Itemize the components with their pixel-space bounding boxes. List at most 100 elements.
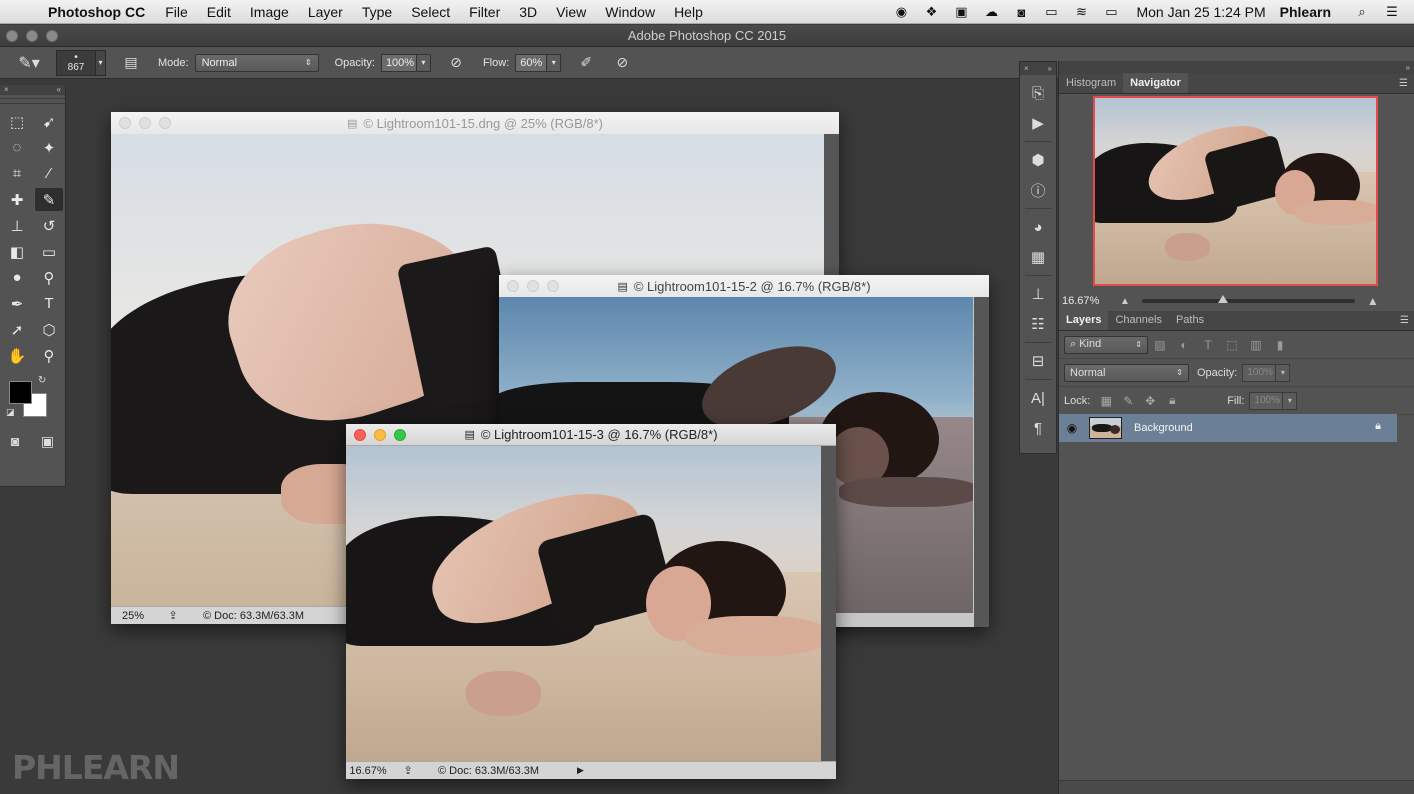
navigator-zoom-slider[interactable] — [1141, 295, 1355, 303]
dropbox-icon[interactable]: ❖ — [923, 4, 939, 19]
fill-arrow-icon[interactable]: ▾ — [1283, 391, 1298, 410]
tab-layers[interactable]: Layers — [1059, 310, 1109, 330]
menu-file[interactable]: File — [165, 4, 188, 20]
menu-filter[interactable]: Filter — [469, 4, 500, 20]
lock-transparent-pixels-icon[interactable]: ▦ — [1095, 394, 1117, 408]
doc-zoom-button[interactable] — [394, 429, 406, 441]
quick-mask-icon[interactable]: ◙ — [11, 433, 19, 450]
doc-minimize-button[interactable] — [139, 117, 151, 129]
zoom-in-icon[interactable]: ▲ — [1367, 294, 1379, 308]
document-title-bar[interactable]: ▤ © Lightroom101-15-2 @ 16.7% (RGB/8*) — [499, 275, 989, 297]
doc-close-button[interactable] — [354, 429, 366, 441]
zoom-out-icon[interactable]: ▲ — [1120, 296, 1130, 307]
creative-cloud-icon[interactable]: ☁ — [983, 4, 999, 19]
path-selection-tool-icon[interactable]: ➚ — [3, 318, 31, 341]
menu-edit[interactable]: Edit — [207, 4, 231, 20]
doc-zoom-button[interactable] — [547, 280, 559, 292]
menubar-user[interactable]: Phlearn — [1280, 4, 1331, 20]
panel-menu-icon[interactable]: ☰ — [1400, 315, 1409, 326]
vertical-scrollbar[interactable] — [974, 297, 989, 627]
adjustment-layer-filter-icon[interactable]: ◐ — [1172, 338, 1196, 352]
crop-tool-icon[interactable]: ⌗ — [3, 162, 31, 185]
eyedropper-tool-icon[interactable]: ⁄ — [35, 162, 63, 185]
smart-object-filter-icon[interactable]: ▥ — [1244, 338, 1268, 352]
healing-brush-tool-icon[interactable]: ✚ — [3, 188, 31, 211]
pressure-size-icon[interactable]: ⊘ — [611, 52, 633, 74]
adjustments-panel-icon[interactable]: ☷ — [1020, 312, 1056, 336]
layer-filter-kind-dropdown[interactable]: ⌕ Kind ⇕ — [1064, 335, 1148, 354]
wifi-icon[interactable]: ≋ — [1073, 4, 1089, 19]
character-panel-icon[interactable]: A| — [1020, 386, 1056, 410]
dodge-tool-icon[interactable]: ⚲ — [35, 266, 63, 289]
menu-layer[interactable]: Layer — [308, 4, 343, 20]
swatches-panel-icon[interactable]: ▦ — [1020, 245, 1056, 269]
tab-paths[interactable]: Paths — [1169, 310, 1211, 330]
blend-mode-dropdown[interactable]: Normal ⇕ — [1064, 363, 1189, 382]
swap-colors-icon[interactable]: ↻ — [38, 375, 46, 386]
gradient-tool-icon[interactable]: ▭ — [35, 240, 63, 263]
expand-icon[interactable]: » — [1048, 62, 1052, 75]
document-window-3[interactable]: ▤ © Lightroom101-15-3 @ 16.7% (RGB/8*) 1… — [346, 424, 836, 779]
layer-row-background[interactable]: ◉ Background 🔒︎ — [1059, 414, 1397, 442]
menu-3d[interactable]: 3D — [519, 4, 537, 20]
tab-channels[interactable]: Channels — [1108, 310, 1168, 330]
collapse-icon[interactable]: « — [57, 85, 61, 95]
notification-center-icon[interactable]: ☰ — [1384, 4, 1400, 19]
camera-icon[interactable]: ◙ — [1013, 5, 1029, 20]
menu-type[interactable]: Type — [362, 4, 392, 20]
record-icon[interactable]: ◉ — [893, 4, 909, 19]
layer-opacity-input[interactable]: 100% — [1242, 363, 1277, 382]
close-icon[interactable]: × — [4, 85, 9, 95]
navigator-preview[interactable] — [1093, 96, 1378, 286]
brush-presets-panel-icon[interactable]: ⊟ — [1020, 349, 1056, 373]
share-icon[interactable]: ⇪ — [398, 764, 418, 777]
history-brush-tool-icon[interactable]: ↺ — [35, 214, 63, 237]
doc-minimize-button[interactable] — [374, 429, 386, 441]
flow-slider-arrow-icon[interactable]: ▾ — [547, 53, 562, 72]
color-panel-icon[interactable]: ◕ — [1020, 215, 1056, 239]
tools-panel-header[interactable]: × « — [0, 85, 65, 95]
document-size[interactable]: © Doc: 63.3M/63.3M — [438, 765, 539, 777]
3d-panel-icon[interactable]: ⬢ — [1020, 148, 1056, 172]
tab-histogram[interactable]: Histogram — [1059, 73, 1123, 93]
document-zoom[interactable]: 16.67% — [346, 765, 390, 777]
pen-tool-icon[interactable]: ✒ — [3, 292, 31, 315]
history-panel-icon[interactable]: ⎘ — [1020, 81, 1056, 105]
foreground-color-swatch[interactable] — [9, 381, 32, 404]
magic-wand-tool-icon[interactable]: ✦ — [35, 136, 63, 159]
blur-tool-icon[interactable]: ● — [3, 266, 31, 289]
info-panel-icon[interactable]: ⓘ — [1020, 178, 1056, 202]
lock-image-pixels-icon[interactable]: ✎ — [1117, 394, 1139, 408]
zoom-slider-knob[interactable] — [1217, 295, 1228, 303]
type-tool-icon[interactable]: T — [35, 292, 63, 315]
doc-close-button[interactable] — [119, 117, 131, 129]
brush-panel-toggle-icon[interactable]: ▤ — [120, 52, 142, 74]
menu-help[interactable]: Help — [674, 4, 703, 20]
battery-icon[interactable]: ▭ — [1103, 4, 1119, 19]
doc-close-button[interactable] — [507, 280, 519, 292]
pixel-layer-filter-icon[interactable]: ▨ — [1148, 338, 1172, 352]
type-layer-filter-icon[interactable]: T — [1196, 338, 1220, 352]
navigator-zoom-value[interactable]: 16.67% — [1062, 295, 1112, 307]
document-title-bar[interactable]: ▤ © Lightroom101-15-3 @ 16.7% (RGB/8*) — [346, 424, 836, 446]
panel-menu-icon[interactable]: ☰ — [1399, 78, 1408, 89]
paragraph-panel-icon[interactable]: ¶ — [1020, 416, 1056, 440]
lasso-tool-icon[interactable]: ◌ — [3, 136, 31, 159]
brush-tool-icon[interactable]: ✎ — [35, 188, 63, 211]
fill-input[interactable]: 100% — [1249, 391, 1284, 410]
layer-name[interactable]: Background — [1134, 422, 1193, 434]
brush-preset-picker[interactable]: • 867 — [56, 49, 96, 76]
document-canvas[interactable] — [346, 446, 821, 761]
panel-grip[interactable] — [0, 98, 65, 104]
menu-image[interactable]: Image — [250, 4, 289, 20]
tool-preset-brush-icon[interactable]: ✎▾ — [14, 51, 44, 75]
brush-preset-arrow-icon[interactable]: ▾ — [96, 49, 106, 76]
menubar-clock[interactable]: Mon Jan 25 1:24 PM — [1136, 4, 1265, 20]
document-zoom[interactable]: 25% — [111, 610, 155, 622]
menu-window[interactable]: Window — [605, 4, 655, 20]
document-size[interactable]: © Doc: 63.3M/63.3M — [203, 610, 304, 622]
share-icon[interactable]: ⇪ — [163, 609, 183, 622]
status-menu-arrow-icon[interactable]: ▶ — [577, 765, 584, 776]
menu-view[interactable]: View — [556, 4, 586, 20]
airbrush-icon[interactable]: ✐ — [575, 52, 597, 74]
